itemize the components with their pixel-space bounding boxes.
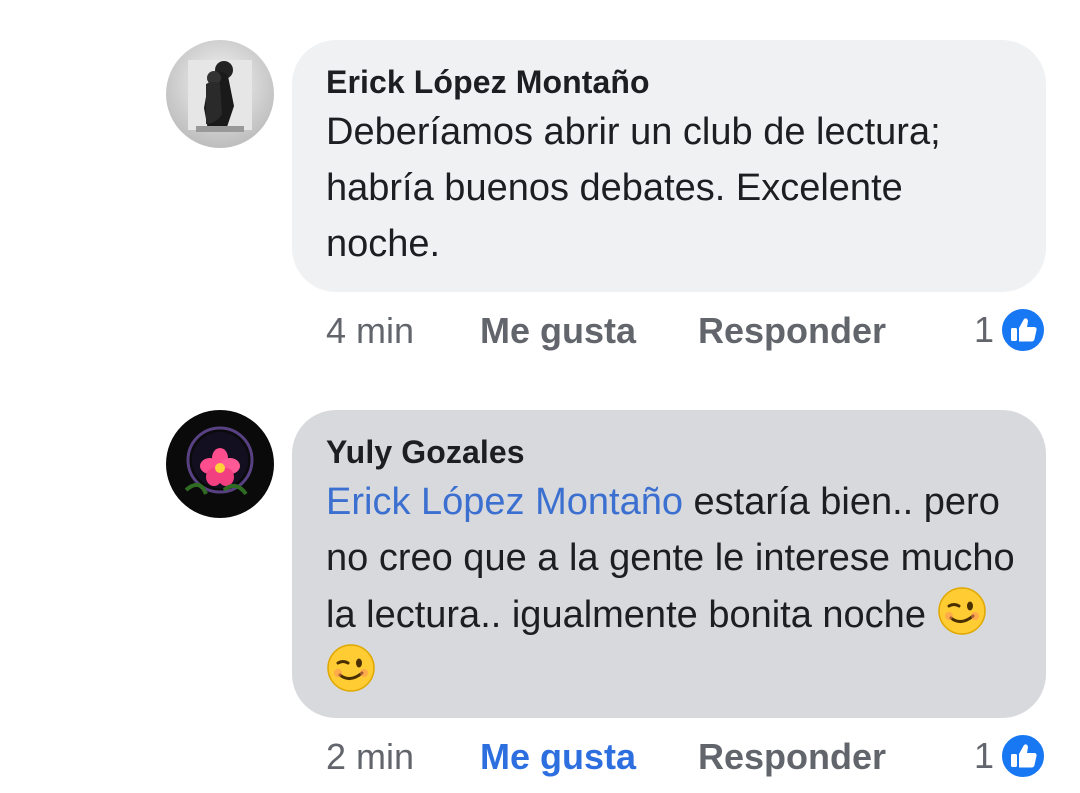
comment-bubble: Yuly Gozales Erick López Montaño estaría… xyxy=(292,410,1046,718)
reaction-summary[interactable]: 1 xyxy=(974,307,1046,353)
comment-text: Erick López Montaño estaría bien.. pero … xyxy=(326,474,1016,700)
like-button[interactable]: Me gusta xyxy=(480,736,636,778)
comment-author[interactable]: Yuly Gozales xyxy=(326,432,1016,472)
reaction-count: 1 xyxy=(973,309,994,350)
comment-author[interactable]: Erick López Montaño xyxy=(326,62,1016,102)
reply-button[interactable]: Responder xyxy=(698,310,886,352)
reaction-summary[interactable]: 1 xyxy=(974,733,1046,779)
comment-actions: 4 min Me gusta Responder 1 xyxy=(326,307,1046,354)
avatar[interactable] xyxy=(166,410,274,518)
winking-face-icon xyxy=(326,643,376,693)
comment-bubble: Erick López Montaño Deberíamos abrir un … xyxy=(292,40,1046,292)
comment-actions: 2 min Me gusta Responder 1 xyxy=(326,733,1046,780)
mention-link[interactable]: Erick López Montaño xyxy=(326,481,683,523)
comment-text: Deberíamos abrir un club de lectura; hab… xyxy=(326,111,941,265)
avatar-photo xyxy=(166,40,274,148)
avatar-photo xyxy=(166,410,274,518)
like-button[interactable]: Me gusta xyxy=(480,310,636,352)
avatar[interactable] xyxy=(166,40,274,148)
winking-face-icon xyxy=(937,586,987,636)
comment-time[interactable]: 4 min xyxy=(326,310,414,352)
reaction-count: 1 xyxy=(973,735,994,776)
reply-button[interactable]: Responder xyxy=(698,736,886,778)
like-thumb-icon xyxy=(1000,733,1046,779)
like-thumb-icon xyxy=(1000,307,1046,353)
comment-time[interactable]: 2 min xyxy=(326,736,414,778)
